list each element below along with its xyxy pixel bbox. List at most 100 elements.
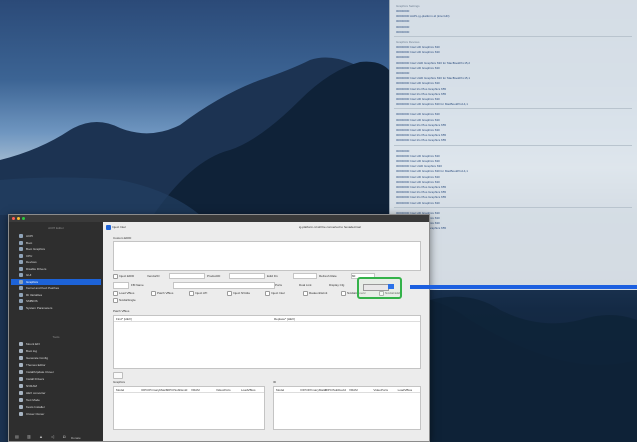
sidebar-item[interactable]: Rt Variables [11,292,101,298]
tool-icon [19,342,23,347]
sidebar-item[interactable]: Devices [11,259,101,265]
id-table-title: ID [273,380,276,384]
ports-field[interactable] [173,282,275,289]
product-id-field[interactable] [229,273,265,279]
log-line: 00000000 Intel HD Graphics 630 [396,159,440,163]
graphics-panel: Inject Intel ig-platform-id will be conv… [103,222,429,441]
home-icon[interactable]: ▲ [39,434,43,439]
log-line: 00000000 Intel UHD Graphics 630 for MacB… [396,76,471,81]
log-line: 00000000 Intel HD Graphics 630 for MacBo… [396,102,468,107]
zoom-window-icon[interactable] [22,217,25,220]
open-file-icon[interactable]: ▤ [15,434,19,439]
graphics-option-checkbox[interactable] [303,291,308,296]
log-line: 00000000 [396,148,410,153]
graphics-option-checkbox[interactable] [265,291,270,296]
sidebar-tool-item[interactable]: HEX converter [11,390,101,396]
sidebar-item[interactable]: Boot [11,240,101,246]
sidebar-tool-item[interactable]: Text Mode [11,397,101,403]
settings-icon [19,292,23,297]
sidebar-tool-item[interactable]: NVRAM [11,383,101,389]
settings-icon [19,266,23,271]
close-window-icon[interactable] [12,217,15,220]
sidebar-tool-label: Kexts Installer [26,405,45,409]
edid-fix-field[interactable] [293,273,317,279]
dual-link-label: Dual Link [299,283,312,287]
graphics-option-checkbox[interactable] [189,291,194,296]
log-line: 00000000 Intel Iris Plus Graphics 655 [396,91,447,96]
custom-edid-field[interactable] [113,241,421,271]
sidebar-item[interactable]: Kernel and Kext Patches [11,285,101,291]
sidebar-tool-item[interactable]: Clover Cloner [11,411,101,417]
inject-edid-label: Inject EDID [119,274,135,278]
log-line: 00000000 Intel Iris Plus Graphics 655 [396,190,447,195]
sidebar-item-label: Graphics [26,279,39,284]
log-line: 00000000 Intel HD Graphics 630 [396,179,440,184]
dropdown-field[interactable] [363,284,389,291]
sidebar-item-label: Devices [26,260,37,264]
sidebar-tool-item[interactable]: Generate Config [11,355,101,361]
sidebar-tool-label: Clover Cloner [26,412,45,416]
sidebar-tool-item[interactable]: Mount EFI [11,341,101,347]
graphics-option-checkbox[interactable] [341,291,346,296]
log-line: 00000000 Intel HD Graphics 630 [396,112,440,117]
donate-label[interactable]: Donate [71,436,81,440]
graphics-option-label: Inject Intel [271,291,285,295]
sidebar-item[interactable]: Boot Graphics [11,246,101,252]
patch-vbios-table[interactable]: Find* [HEX] Replace* [HEX] [113,315,421,369]
graphics-table[interactable]: Model IOPCIPrimaryMatch IOPCISubDevId VRAM V… [113,386,265,430]
tool-icon [19,384,23,389]
log-line: 00000000 Intel HD Graphics 630 [396,97,440,101]
tool-icon [19,412,23,417]
sidebar-tool-label: Generate Config [26,356,49,360]
nvidia-single-checkbox[interactable] [113,298,118,303]
sidebar-tool-item[interactable]: Install/Update Clover [11,369,101,375]
graphics-option-label: Patch VBios [157,291,174,295]
chevron-down-icon[interactable] [388,284,394,289]
sidebar-item-label: System Parameters [26,305,53,310]
save-file-icon[interactable]: ▥ [27,434,31,439]
nvidia-single-label: NvidiaSingle [119,298,136,302]
graphics-option-checkbox[interactable] [151,291,156,296]
sidebar-item[interactable]: CPU [11,253,101,259]
tool-icon [19,370,23,375]
settings-icon [19,286,23,291]
inject-intel-label: Inject Intel [112,225,126,229]
id-table[interactable]: Model IOPCIPrimaryMatch IOPCISubDevId VRAM V… [273,386,421,430]
table-header-divider [114,392,264,393]
graphics-option-checkbox[interactable] [113,291,118,296]
settings-icon [19,260,23,265]
sidebar-item[interactable]: System Parameters [11,305,101,311]
tool-icon [19,405,23,410]
ports-label: Ports [275,283,283,287]
inject-intel-checkbox[interactable] [106,225,111,230]
sidebar-item[interactable]: Graphics [11,278,101,285]
sidebar-item[interactable]: GUI [11,272,101,278]
sidebar-item[interactable]: ACPI [11,233,101,239]
minimize-window-icon[interactable] [17,217,20,220]
sidebar-tool-item[interactable]: Themes Editor [11,362,101,368]
highlighted-dropdown[interactable] [357,277,402,299]
sidebar-tool-item[interactable]: Kexts Installer [11,404,101,410]
log-line: 00000000 Intel HD Graphics 630 [396,65,440,70]
sidebar-item[interactable]: SMBIOS [11,298,101,304]
graphics-option-label: Load VBios [119,291,135,295]
log-line: 00000000 Intel HD Graphics 630 [396,81,440,86]
sidebar-tool-label: Text Mode [26,398,40,402]
inject-edid-checkbox[interactable] [113,274,118,279]
vendor-id-field[interactable] [169,273,205,279]
sidebar-tool-label: Install/Update Clover [26,370,54,374]
log-line: 00000000 [396,29,410,34]
log-line: 00000000 Intel HD Graphics 630 [396,153,440,158]
sidebar-item-label: ACPI [26,234,34,238]
sidebar-tool-item[interactable]: Boot log [11,348,101,354]
log-separator [394,36,632,37]
fb-name-field[interactable] [113,282,129,289]
settings-icon [19,240,23,245]
sidebar-tool-item[interactable]: Install Drivers [11,376,101,382]
paypal-icon[interactable]: ◘ [63,434,65,439]
settings-icon [19,247,23,252]
graphics-option-checkbox[interactable] [227,291,232,296]
share-icon[interactable]: ◁ [51,434,54,439]
sidebar-item[interactable]: Disable Drivers [11,266,101,272]
add-row-button[interactable] [113,372,123,379]
